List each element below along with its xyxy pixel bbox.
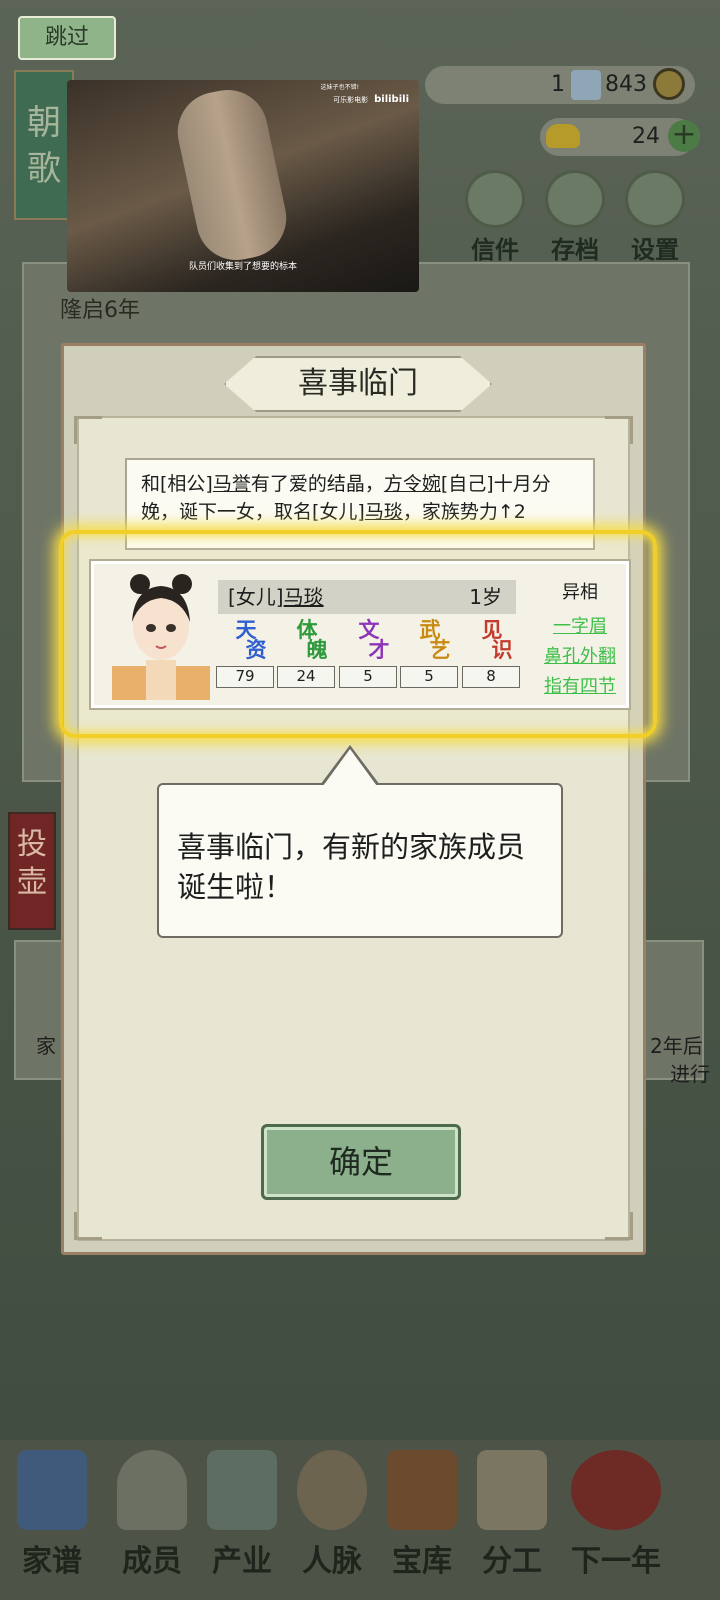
stat-martial-value: 5 bbox=[400, 666, 458, 688]
bubble-tail-fill bbox=[323, 749, 377, 786]
gold-count: 24 bbox=[632, 124, 660, 149]
member-relation: [女儿] bbox=[228, 585, 284, 609]
stat-talent: 天资 79 bbox=[216, 617, 276, 688]
letter-button[interactable]: 信件 bbox=[458, 170, 532, 265]
member-name-bar: [女儿]马琰 1岁 bbox=[218, 580, 516, 614]
stat-insight-value: 8 bbox=[462, 666, 520, 688]
nav-members-label: 成员 bbox=[122, 1544, 182, 1579]
traits-heading: 异相 bbox=[562, 582, 598, 603]
stat-talent-value: 79 bbox=[216, 666, 274, 688]
nav-industry-label: 产业 bbox=[212, 1544, 272, 1579]
save-label: 存档 bbox=[551, 236, 599, 264]
nav-next-year[interactable]: 下一年 bbox=[556, 1450, 676, 1590]
letter-icon bbox=[465, 170, 525, 228]
network-web-icon bbox=[297, 1450, 367, 1530]
industry-building-icon bbox=[207, 1450, 277, 1530]
scroll-assign-icon bbox=[477, 1450, 547, 1530]
background-left-text: 家 bbox=[36, 1034, 56, 1058]
stat-martial: 武艺 5 bbox=[400, 617, 460, 688]
confirm-button[interactable]: 确定 bbox=[261, 1124, 461, 1200]
hint-bubble: 喜事临门，有新的家族成员 诞生啦！ bbox=[157, 783, 563, 938]
nav-members[interactable]: 成员 bbox=[102, 1450, 202, 1590]
stat-literary-label: 文才 bbox=[358, 617, 390, 662]
nav-next-year-label: 下一年 bbox=[571, 1544, 661, 1579]
save-button[interactable]: 存档 bbox=[538, 170, 612, 265]
side-title: 朝歌 bbox=[27, 103, 61, 189]
husband-name-link[interactable]: 马誉 bbox=[213, 473, 251, 495]
save-brush-icon bbox=[545, 170, 605, 228]
skip-button[interactable]: 跳过 bbox=[18, 16, 116, 60]
background-right-text-2: 进行 bbox=[670, 1062, 710, 1086]
nav-network-label: 人脉 bbox=[302, 1544, 362, 1579]
stat-literary-value: 5 bbox=[339, 666, 397, 688]
stat-literary: 文才 5 bbox=[339, 617, 399, 688]
corner-ornament bbox=[74, 1212, 102, 1240]
treasure-chest-icon bbox=[387, 1450, 457, 1530]
nav-treasury-label: 宝库 bbox=[392, 1544, 452, 1579]
floating-video-player[interactable]: 这妹子也不错! 可乐影电影 bilibili 队员们收集到了想要的标本 bbox=[67, 80, 419, 292]
coin-count: 843 bbox=[605, 72, 647, 97]
corner-ornament bbox=[605, 1212, 633, 1240]
add-gold-icon[interactable]: + bbox=[668, 120, 700, 152]
touhu-tag[interactable]: 投壶 bbox=[8, 812, 56, 930]
bubble-line-2: 诞生啦！ bbox=[177, 870, 294, 904]
stat-insight: 见识 8 bbox=[462, 617, 522, 688]
video-top-caption: 这妹子也不错! bbox=[320, 84, 359, 91]
coin-icon bbox=[653, 68, 685, 100]
coin-counter: 1 843 bbox=[425, 66, 695, 104]
gold-ingot-icon bbox=[546, 124, 580, 148]
video-subtitle: 队员们收集到了想要的标本 bbox=[188, 262, 297, 272]
gold-counter: 24 + bbox=[540, 118, 700, 156]
background-right-text-1: 2年后 bbox=[650, 1034, 703, 1058]
member-card[interactable]: [女儿]马琰 1岁 天资 79 体魄 24 文才 5 武艺 5 见识 8 异相 … bbox=[89, 559, 631, 710]
trait-link[interactable]: 一字眉 bbox=[532, 612, 628, 642]
stat-physique-value: 24 bbox=[277, 666, 335, 688]
traits-list: 异相 一字眉 鼻孔外翻 指有四节 bbox=[532, 578, 628, 702]
member-name-link[interactable]: 马琰 bbox=[284, 585, 324, 609]
nav-assignment-label: 分工 bbox=[482, 1544, 542, 1579]
letter-label: 信件 bbox=[471, 236, 519, 264]
nav-treasury[interactable]: 宝库 bbox=[372, 1450, 472, 1590]
stat-martial-label: 武艺 bbox=[419, 617, 451, 662]
mother-name-link[interactable]: 方令婉 bbox=[384, 473, 441, 495]
video-brand: bilibili bbox=[374, 94, 409, 105]
year-label: 隆启6年 bbox=[60, 298, 140, 323]
corner-ornament bbox=[74, 416, 102, 444]
nav-network[interactable]: 人脉 bbox=[282, 1450, 382, 1590]
dialog-title: 喜事临门 bbox=[224, 356, 492, 412]
settings-gear-icon bbox=[625, 170, 685, 228]
member-age: 1岁 bbox=[469, 585, 502, 609]
lantern-spring-icon bbox=[571, 1450, 661, 1530]
currency-count: 1 bbox=[551, 72, 565, 97]
child-name-link[interactable]: 马琰 bbox=[365, 501, 403, 523]
video-frame-image bbox=[170, 82, 294, 268]
stat-physique-label: 体魄 bbox=[296, 617, 328, 662]
nav-genealogy[interactable]: 家谱 bbox=[2, 1450, 102, 1590]
trait-link[interactable]: 指有四节 bbox=[532, 672, 628, 702]
members-person-icon bbox=[117, 1450, 187, 1530]
bubble-line-1: 喜事临门，有新的家族成员 bbox=[177, 830, 526, 864]
nav-assignment[interactable]: 分工 bbox=[462, 1450, 562, 1590]
video-channel: 可乐影电影 bilibili bbox=[333, 94, 409, 105]
trait-link[interactable]: 鼻孔外翻 bbox=[532, 642, 628, 672]
child-portrait-avatar bbox=[112, 574, 210, 700]
money-icon bbox=[571, 70, 601, 100]
nav-genealogy-label: 家谱 bbox=[22, 1544, 82, 1579]
stat-physique: 体魄 24 bbox=[277, 617, 337, 688]
stat-insight-label: 见识 bbox=[481, 617, 513, 662]
genealogy-book-icon bbox=[17, 1450, 87, 1530]
corner-ornament bbox=[605, 416, 633, 444]
settings-button[interactable]: 设置 bbox=[618, 170, 692, 265]
stat-talent-label: 天资 bbox=[235, 617, 267, 662]
nav-industry[interactable]: 产业 bbox=[192, 1450, 292, 1590]
settings-label: 设置 bbox=[631, 236, 679, 264]
